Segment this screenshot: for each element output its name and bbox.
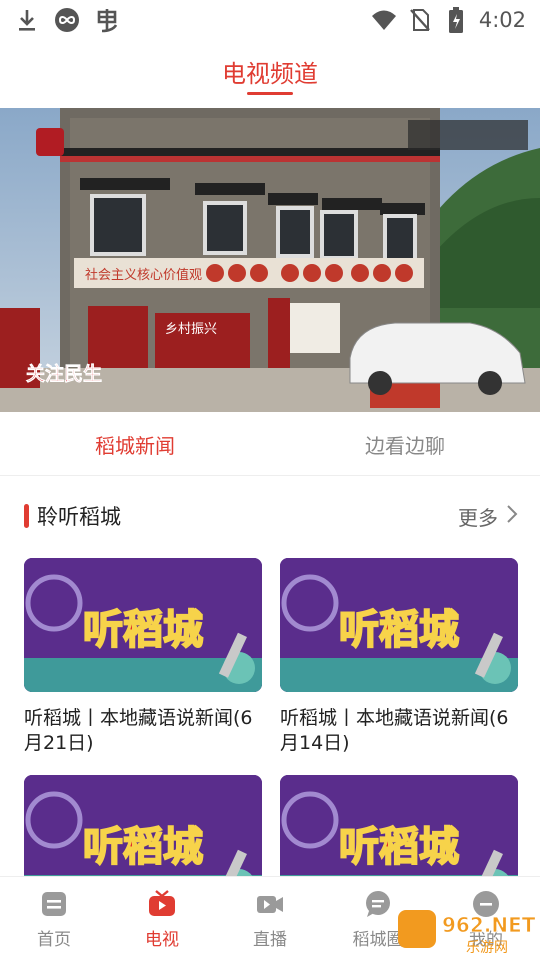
- banner-panel-text: 乡村振兴: [165, 322, 217, 337]
- infinity-icon: [54, 7, 80, 33]
- video-thumbnail[interactable]: 听稻城: [280, 558, 518, 692]
- battery-icon: [443, 7, 469, 33]
- thumbnail-text: 听稻城: [83, 607, 203, 653]
- thumbnail-text: 听稻城: [339, 607, 459, 653]
- card-title[interactable]: 听稻城丨本地藏语说新闻(6月14日): [280, 706, 518, 756]
- video-camera-icon: [257, 896, 283, 913]
- nav-tv[interactable]: 电视: [108, 877, 216, 960]
- banner-sign-text: 社会主义核心价值观: [85, 267, 202, 283]
- section-accent-bar: [24, 504, 29, 528]
- tab-watch-and-chat[interactable]: 边看边聊: [270, 414, 540, 475]
- tv-icon: [149, 890, 175, 916]
- page-title: 电视频道: [222, 60, 318, 88]
- nav-tv-label: 电视: [145, 930, 179, 950]
- video-thumbnail[interactable]: 听稻城: [24, 558, 262, 692]
- more-link[interactable]: 更多: [458, 502, 518, 531]
- status-clock: 4:02: [478, 8, 526, 32]
- video-card[interactable]: 听稻城 听稻城丨本地藏语说新闻(6月14日): [280, 558, 518, 756]
- status-bar: 4:02: [0, 0, 540, 40]
- section-title: 聆听稻城: [37, 505, 121, 529]
- wifi-icon: [371, 7, 397, 33]
- chevron-right-icon: [506, 504, 518, 529]
- app-notification-icon: [94, 7, 120, 33]
- section-header: 聆听稻城 更多: [24, 500, 518, 532]
- watermark-subtext: 乐游网: [466, 940, 508, 956]
- no-sim-icon: [407, 7, 433, 33]
- card-title[interactable]: 听稻城丨本地藏语说新闻(6月21日): [24, 706, 262, 756]
- title-underline: [247, 92, 293, 95]
- more-label: 更多: [458, 505, 498, 530]
- chat-bubble-icon: [366, 891, 390, 917]
- video-card[interactable]: 听稻城 听稻城丨本地藏语说新闻(6月21日): [24, 558, 262, 756]
- nav-live-label: 直播: [253, 930, 287, 950]
- home-doc-icon: [42, 892, 66, 916]
- channel-subtabs: 稻城新闻 边看边聊: [0, 414, 540, 476]
- download-icon: [14, 7, 40, 33]
- nav-home[interactable]: 首页: [0, 877, 108, 960]
- nav-live[interactable]: 直播: [216, 877, 324, 960]
- banner-caption: 关注民生: [26, 362, 102, 385]
- site-watermark: 962.NET 乐游网: [396, 906, 536, 956]
- tab-daocheng-news[interactable]: 稻城新闻: [0, 414, 270, 475]
- watermark-text: 962.NET: [442, 913, 536, 937]
- nav-home-label: 首页: [37, 930, 71, 950]
- thumbnail-text: 听稻城: [83, 824, 203, 870]
- thumbnail-text: 听稻城: [339, 824, 459, 870]
- tv-banner-video[interactable]: 社会主义核心价值观 乡村振兴 关注民生: [0, 108, 540, 412]
